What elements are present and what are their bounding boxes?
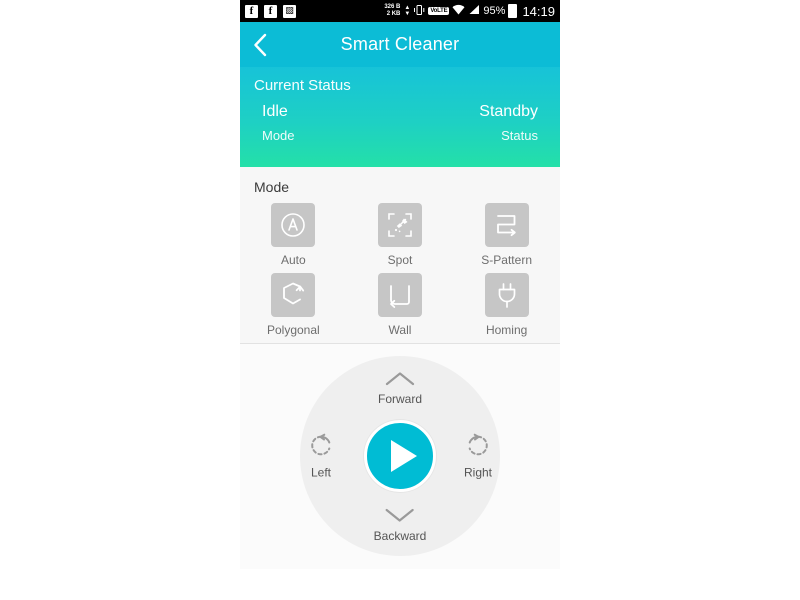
photo-icon: ▨ xyxy=(283,4,296,18)
backward-label: Backward xyxy=(373,529,427,543)
status-value: Standby xyxy=(479,103,538,120)
polygonal-loop-icon xyxy=(279,281,307,309)
rotate-left-button[interactable]: Left xyxy=(308,433,334,480)
mode-button-auto[interactable]: Auto xyxy=(240,203,347,267)
wifi-icon xyxy=(452,4,465,18)
screenshot-canvas: f f ▨ 326 B 2 KB ▲ ▼ VoLTE 95% 14:19 Sma… xyxy=(0,0,800,600)
control-section: Forward Left Right Backward xyxy=(240,344,560,569)
mode-label: Polygonal xyxy=(266,323,320,337)
clock-time: 14:19 xyxy=(522,3,555,19)
left-label: Left xyxy=(310,465,331,480)
power-plug-icon xyxy=(493,281,521,309)
rotate-left-icon xyxy=(308,433,334,464)
spot-brush-icon xyxy=(386,211,414,239)
mode-tile xyxy=(271,273,316,317)
volte-icon: VoLTE xyxy=(428,7,450,15)
mode-section: Mode Auto Spot S-Pattern Polygonal Wall … xyxy=(240,167,560,344)
mode-grid: Auto Spot S-Pattern Polygonal Wall Homin… xyxy=(240,203,560,337)
facebook-icon: f xyxy=(245,4,258,18)
status-bar: f f ▨ 326 B 2 KB ▲ ▼ VoLTE 95% 14:19 xyxy=(240,0,560,22)
battery-full-icon xyxy=(508,4,518,18)
chevron-down-icon xyxy=(385,508,415,528)
signal-icon xyxy=(468,4,480,18)
mode-section-heading: Mode xyxy=(254,179,290,195)
vibrate-icon xyxy=(413,4,425,19)
facebook-icon: f xyxy=(264,4,277,18)
auto-circle-a-icon xyxy=(279,211,307,239)
chevron-up-icon xyxy=(385,371,415,391)
data-usage-down: 2 KB xyxy=(386,11,401,17)
mode-tile xyxy=(377,203,422,247)
mode-label: Spot xyxy=(387,253,413,267)
data-usage-up: 326 B xyxy=(384,4,401,10)
mode-value: Idle xyxy=(262,103,288,120)
status-values-row: Idle Standby xyxy=(254,103,546,121)
forward-button[interactable]: Forward xyxy=(378,371,422,406)
play-icon xyxy=(390,440,417,472)
current-status-title: Current Status xyxy=(254,77,351,94)
chevron-left-icon xyxy=(253,33,268,57)
mode-button-s-pattern[interactable]: S-Pattern xyxy=(453,203,560,267)
right-label: Right xyxy=(463,465,492,480)
mode-tile xyxy=(271,203,316,247)
arrow-down-icon: ▼ xyxy=(404,11,411,17)
forward-label: Forward xyxy=(377,392,423,406)
mode-tile xyxy=(484,203,529,247)
data-usage-arrows: ▲ ▼ xyxy=(404,5,410,17)
status-bar-indicators: 326 B 2 KB ▲ ▼ VoLTE 95% 14:19 xyxy=(384,4,555,19)
wall-follow-icon xyxy=(386,281,414,309)
status-labels-row: Mode Status xyxy=(254,128,546,143)
rotate-right-icon xyxy=(465,433,491,464)
mode-label: Wall xyxy=(388,323,412,337)
app-bar: Smart Cleaner xyxy=(240,22,560,67)
mode-tile xyxy=(484,273,529,317)
page-title: Smart Cleaner xyxy=(340,34,460,54)
mode-label: S-Pattern xyxy=(481,253,532,267)
battery-percent: 95% xyxy=(483,5,506,17)
direction-pad: Forward Left Right Backward xyxy=(300,356,500,556)
status-bar-notifications: f f ▨ xyxy=(245,4,296,18)
back-button[interactable] xyxy=(240,22,280,67)
backward-button[interactable]: Backward xyxy=(373,508,427,543)
status-caption: Status xyxy=(501,128,538,143)
mode-caption: Mode xyxy=(262,128,295,143)
mode-button-polygonal[interactable]: Polygonal xyxy=(240,273,347,337)
mode-button-homing[interactable]: Homing xyxy=(453,273,560,337)
rotate-right-button[interactable]: Right xyxy=(464,433,492,480)
mode-button-spot[interactable]: Spot xyxy=(347,203,454,267)
current-status-panel: Current Status Idle Standby Mode Status xyxy=(240,67,560,167)
s-pattern-arrow-icon xyxy=(493,211,521,239)
mode-button-wall[interactable]: Wall xyxy=(347,273,454,337)
mode-tile xyxy=(377,273,422,317)
mode-label: Homing xyxy=(485,323,528,337)
play-button[interactable] xyxy=(364,420,436,492)
data-usage: 326 B 2 KB xyxy=(384,4,400,18)
mode-label: Auto xyxy=(280,253,306,267)
phone-screen: f f ▨ 326 B 2 KB ▲ ▼ VoLTE 95% 14:19 Sma… xyxy=(240,0,560,600)
